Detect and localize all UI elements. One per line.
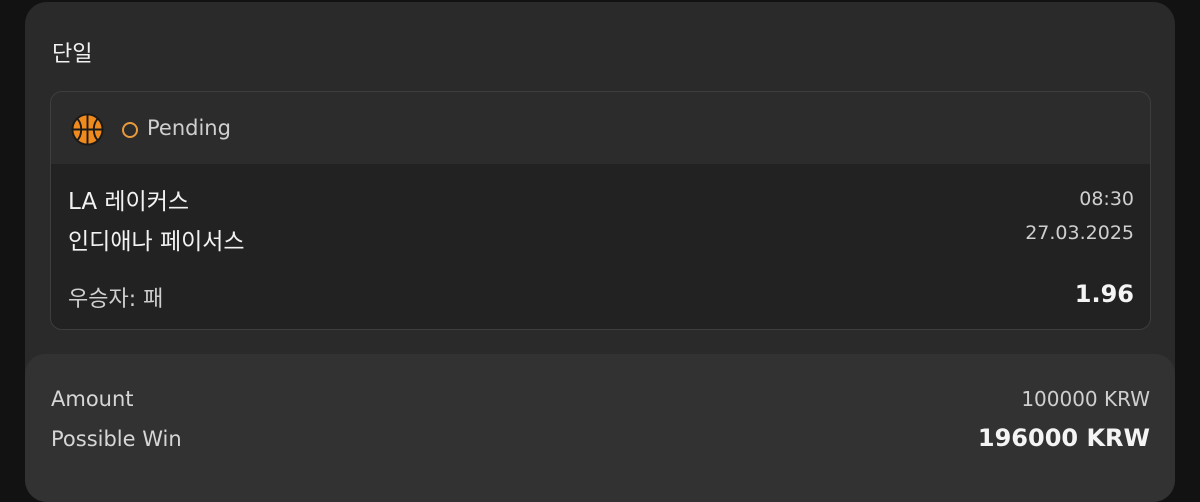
amount-value: 100000 KRW <box>1021 387 1150 411</box>
possible-win-value: 196000 KRW <box>977 424 1150 452</box>
match-time: 08:30 <box>1079 188 1134 210</box>
bet-header: Pending <box>51 92 1150 164</box>
section-title: 단일 <box>52 42 93 67</box>
bet-slip-card: 단일 Pending LA 레이커스 인디애나 페이서스 08:30 27.03… <box>25 2 1175 502</box>
match-date: 27.03.2025 <box>1025 222 1134 244</box>
team-home: LA 레이커스 <box>68 189 190 215</box>
possible-win-label: Possible Win <box>51 427 182 451</box>
team-away: 인디애나 페이서스 <box>68 229 245 255</box>
amount-label: Amount <box>51 387 134 411</box>
bet-odds: 1.96 <box>1074 280 1134 308</box>
bet-item[interactable]: Pending LA 레이커스 인디애나 페이서스 08:30 27.03.20… <box>50 91 1151 330</box>
bet-market: 우승자: 패 <box>68 287 164 312</box>
bet-summary: Amount 100000 KRW Possible Win 196000 KR… <box>25 354 1175 502</box>
bet-details: LA 레이커스 인디애나 페이서스 08:30 27.03.2025 우승자: … <box>51 164 1150 329</box>
basketball-icon <box>71 113 104 146</box>
pending-status-icon <box>122 122 138 138</box>
bet-status: Pending <box>147 116 231 140</box>
